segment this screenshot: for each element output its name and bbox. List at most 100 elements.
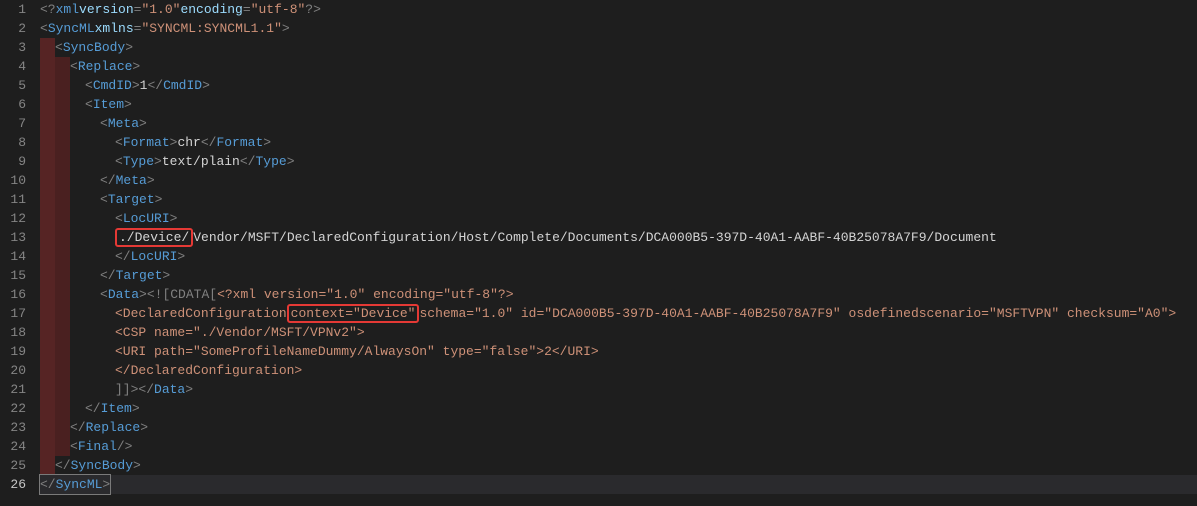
code-token: >: [124, 95, 132, 114]
code-token: Format: [216, 133, 263, 152]
code-line[interactable]: <Format>chr</Format>: [40, 133, 1197, 152]
code-line[interactable]: <Item>: [40, 95, 1197, 114]
code-line[interactable]: <Meta>: [40, 114, 1197, 133]
code-token: >: [185, 380, 193, 399]
code-editor[interactable]: 1234567891011121314151617181920212223242…: [0, 0, 1197, 494]
code-token: </: [55, 456, 71, 475]
code-token: context="Device": [287, 304, 420, 323]
code-token: </DeclaredConfiguration>: [115, 361, 302, 380]
code-line[interactable]: ./Device/Vendor/MSFT/DeclaredConfigurati…: [40, 228, 1197, 247]
code-token: >: [263, 133, 271, 152]
code-line[interactable]: <?xml version="1.0" encoding="utf-8"?>: [40, 0, 1197, 19]
code-line[interactable]: ]]></Data>: [40, 380, 1197, 399]
code-token: />: [117, 437, 133, 456]
code-line[interactable]: </Item>: [40, 399, 1197, 418]
code-token: ./Device/: [115, 228, 193, 247]
code-token: xml: [56, 0, 79, 19]
line-number: 6: [0, 95, 40, 114]
code-token: "utf-8": [251, 0, 306, 19]
code-token: =: [243, 0, 251, 19]
code-token: encoding: [180, 0, 242, 19]
code-token: CmdID: [163, 76, 202, 95]
line-number: 23: [0, 418, 40, 437]
code-token: >: [139, 114, 147, 133]
code-token: <DeclaredConfiguration: [115, 304, 287, 323]
code-line[interactable]: <DeclaredConfiguration context="Device" …: [40, 304, 1197, 323]
code-token: </: [85, 399, 101, 418]
code-token: <?: [40, 0, 56, 19]
code-token: >: [140, 418, 148, 437]
code-token: CmdID: [93, 76, 132, 95]
code-token: >: [170, 133, 178, 152]
code-line[interactable]: </LocURI>: [40, 247, 1197, 266]
line-number: 9: [0, 152, 40, 171]
line-number: 4: [0, 57, 40, 76]
code-line[interactable]: </SyncBody>: [40, 456, 1197, 475]
code-token: SyncBody: [71, 456, 133, 475]
code-token: ?>: [305, 0, 321, 19]
code-line[interactable]: <Type>text/plain</Type>: [40, 152, 1197, 171]
code-token: <: [100, 285, 108, 304]
code-line[interactable]: <Final />: [40, 437, 1197, 456]
code-token: chr: [177, 133, 200, 152]
code-token: <: [40, 19, 48, 38]
code-token: Data: [108, 285, 139, 304]
code-token: Type: [123, 152, 154, 171]
code-token: Format: [123, 133, 170, 152]
code-line[interactable]: <Data><![CDATA[<?xml version="1.0" encod…: [40, 285, 1197, 304]
code-token: Data: [154, 380, 185, 399]
code-token: 1: [140, 76, 148, 95]
code-line[interactable]: </Meta>: [40, 171, 1197, 190]
code-token: schema="1.0" id="DCA000B5-397D-40A1-AABF…: [419, 304, 1176, 323]
code-token: >: [155, 190, 163, 209]
code-token: "1.0": [141, 0, 180, 19]
code-token: >: [132, 399, 140, 418]
code-token: </: [201, 133, 217, 152]
code-token: <?xml version="1.0" encoding="utf-8"?>: [217, 285, 513, 304]
code-line[interactable]: <Target>: [40, 190, 1197, 209]
code-line[interactable]: </Target>: [40, 266, 1197, 285]
code-line[interactable]: <CmdID>1</CmdID>: [40, 76, 1197, 95]
code-line[interactable]: <CSP name="./Vendor/MSFT/VPNv2">: [40, 323, 1197, 342]
code-line[interactable]: </SyncML>: [40, 475, 1197, 494]
code-token: <: [115, 133, 123, 152]
code-line[interactable]: <SyncML xmlns="SYNCML:SYNCML1.1">: [40, 19, 1197, 38]
line-number: 22: [0, 399, 40, 418]
line-number: 7: [0, 114, 40, 133]
code-token: <: [85, 76, 93, 95]
line-number-gutter: 1234567891011121314151617181920212223242…: [0, 0, 40, 494]
code-line[interactable]: <URI path="SomeProfileNameDummy/AlwaysOn…: [40, 342, 1197, 361]
code-token: >: [132, 76, 140, 95]
code-line[interactable]: <SyncBody>: [40, 38, 1197, 57]
code-token: <![CDATA[: [147, 285, 217, 304]
code-token: <CSP name="./Vendor/MSFT/VPNv2">: [115, 323, 365, 342]
code-line[interactable]: <Replace>: [40, 57, 1197, 76]
code-line[interactable]: </Replace>: [40, 418, 1197, 437]
code-token: <: [85, 95, 93, 114]
line-number: 12: [0, 209, 40, 228]
code-token: <: [100, 190, 108, 209]
code-token: Final: [78, 437, 117, 456]
line-number: 8: [0, 133, 40, 152]
code-token: >: [102, 477, 110, 492]
code-line[interactable]: <LocURI>: [40, 209, 1197, 228]
code-token: <: [115, 209, 123, 228]
code-token: >: [132, 57, 140, 76]
code-token: =: [134, 0, 142, 19]
code-token: Target: [108, 190, 155, 209]
code-token: <: [55, 38, 63, 57]
code-token: </: [100, 171, 116, 190]
line-number: 19: [0, 342, 40, 361]
code-area[interactable]: <?xml version="1.0" encoding="utf-8"?><S…: [40, 0, 1197, 494]
code-token: >: [202, 76, 210, 95]
code-token: Item: [101, 399, 132, 418]
code-token: >: [125, 38, 133, 57]
code-token: SyncML: [56, 477, 103, 492]
code-token: <: [100, 114, 108, 133]
code-token: >: [154, 152, 162, 171]
code-token: =: [134, 19, 142, 38]
code-token: xmlns: [95, 19, 134, 38]
code-line[interactable]: </DeclaredConfiguration>: [40, 361, 1197, 380]
line-number: 3: [0, 38, 40, 57]
line-number: 25: [0, 456, 40, 475]
